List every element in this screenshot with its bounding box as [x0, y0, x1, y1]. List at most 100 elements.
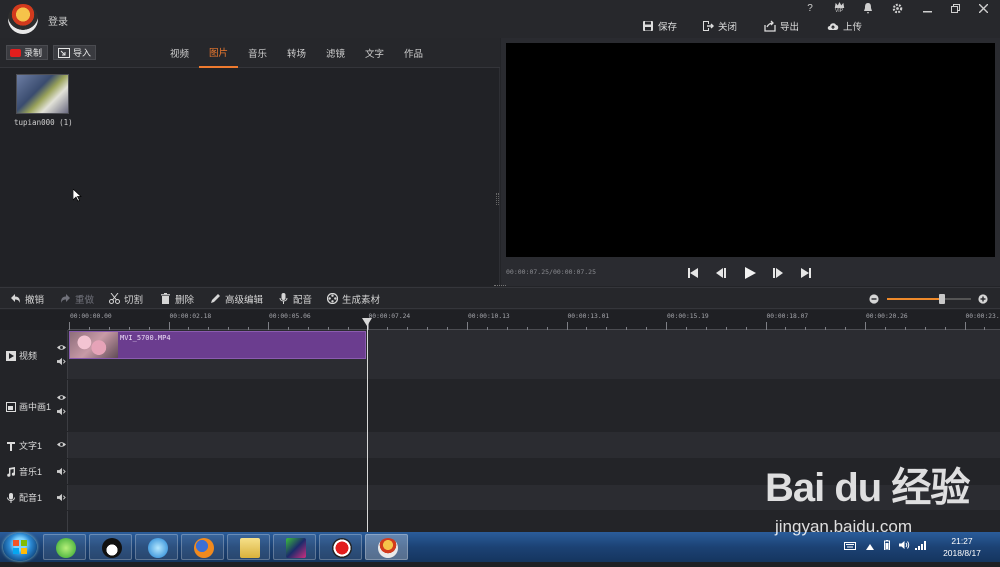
taskbar-app-360[interactable]	[43, 534, 86, 560]
play-icon[interactable]	[743, 266, 757, 280]
preview-timecode: 00:00:07.25/00:00:07.25	[506, 268, 597, 276]
panel-resize-handle[interactable]	[496, 193, 499, 205]
video-track-lane[interactable]: MVI_5700.MP4	[68, 330, 1000, 379]
playhead-line[interactable]	[367, 318, 368, 532]
clip-thumbnail	[70, 332, 118, 358]
next-frame-icon[interactable]	[771, 266, 785, 280]
upload-label: 上传	[843, 22, 863, 33]
record-label: 录制	[24, 48, 43, 58]
taskbar-app-media[interactable]	[273, 534, 316, 560]
zoom-slider-handle[interactable]	[938, 294, 945, 304]
tab-image[interactable]: 图片	[199, 38, 238, 68]
playhead-handle[interactable]	[362, 318, 372, 326]
film-reel-icon	[327, 293, 338, 304]
pip-track-lane[interactable]	[68, 380, 1000, 431]
pencil-icon	[211, 294, 220, 303]
previous-frame-icon[interactable]	[714, 266, 728, 280]
notification-button[interactable]	[862, 2, 874, 14]
taskbar-app-player[interactable]	[135, 534, 178, 560]
restore-button[interactable]	[948, 2, 962, 14]
battery-icon[interactable]	[882, 540, 892, 566]
video-clip[interactable]: MVI_5700.MP4	[69, 331, 366, 359]
undo-button[interactable]: 撤销	[10, 292, 45, 306]
login-link[interactable]: 登录	[48, 13, 68, 28]
speaker-icon[interactable]	[57, 493, 66, 502]
advanced-edit-button[interactable]: 高级编辑	[210, 292, 263, 306]
picture-in-picture-icon	[6, 401, 16, 412]
ruler-tick-label: 00:00:02.18	[169, 313, 212, 320]
microphone-icon	[7, 492, 15, 503]
eye-icon[interactable]	[57, 343, 66, 352]
generate-material-button[interactable]: 生成素材	[327, 292, 380, 306]
tab-transition[interactable]: 转场	[277, 38, 316, 68]
ruler-tick-label: 00:00:05.06	[269, 313, 311, 320]
system-clock[interactable]: 21:27 2018/8/17	[936, 535, 988, 561]
export-label: 导出	[780, 22, 800, 33]
taskbar-app-qq[interactable]	[89, 534, 132, 560]
record-app-icon	[332, 538, 352, 558]
settings-button[interactable]	[890, 2, 904, 14]
keyboard-icon[interactable]	[843, 541, 857, 567]
cloud-upload-icon	[827, 23, 839, 30]
tab-video[interactable]: 视频	[160, 38, 199, 68]
close-window-button[interactable]	[976, 2, 990, 14]
vertical-resize-handle[interactable]	[494, 285, 506, 287]
video-track-label: 视频	[19, 351, 38, 361]
scissors-icon	[109, 293, 120, 304]
restore-icon	[950, 3, 960, 13]
delete-button[interactable]: 删除	[160, 292, 194, 306]
windows-logo-icon	[13, 540, 27, 554]
close-project-button[interactable]: 关闭	[702, 18, 737, 34]
timeline-ruler[interactable]: 00:00:00.00 00:00:02.18 00:00:05.06 00:00:0…	[0, 310, 1000, 330]
export-icon	[764, 20, 776, 32]
ruler-tick	[566, 322, 568, 330]
zoom-out-icon[interactable]	[869, 294, 879, 304]
ruler-tick	[268, 322, 269, 330]
dub-button[interactable]: 配音	[278, 292, 312, 306]
video-track-name: 视频	[6, 349, 37, 362]
undo-label: 撤销	[25, 294, 45, 306]
cut-button[interactable]: 切割	[109, 292, 143, 306]
upload-button[interactable]: 上传	[827, 18, 862, 34]
media-library-panel: 录制 导入 视频 图片 音乐 转场 滤镜 文字 作品 tupian000 (1)	[0, 38, 500, 286]
eye-icon[interactable]	[57, 440, 66, 449]
bell-icon	[864, 2, 872, 14]
redo-button[interactable]: 重做	[60, 292, 94, 306]
minimize-icon	[922, 10, 932, 12]
import-button[interactable]: 导入	[53, 45, 96, 60]
image-thumbnail[interactable]	[16, 74, 69, 114]
ruler-tick-label: 00:00:10.13	[468, 313, 510, 320]
record-icon	[10, 48, 21, 57]
eye-icon[interactable]	[57, 393, 66, 402]
taskbar-app-editor[interactable]	[365, 534, 408, 560]
vip-button[interactable]: VIP	[830, 2, 848, 14]
save-button[interactable]: 保存	[642, 18, 677, 34]
tab-works[interactable]: 作品	[394, 38, 433, 68]
pip-track: 画中画1	[0, 380, 1000, 431]
speaker-icon[interactable]	[57, 467, 66, 476]
volume-icon[interactable]	[898, 540, 910, 566]
clip-label: MVI_5700.MP4	[120, 334, 171, 342]
skip-to-end-icon[interactable]	[799, 266, 813, 280]
zoom-in-icon[interactable]	[978, 294, 988, 304]
speaker-icon[interactable]	[57, 407, 66, 416]
skip-to-start-icon[interactable]	[686, 266, 700, 280]
taskbar-app-explorer[interactable]	[227, 534, 270, 560]
minimize-button[interactable]	[920, 2, 934, 14]
record-button[interactable]: 录制	[6, 45, 48, 60]
taskbar-app-firefox[interactable]	[181, 534, 224, 560]
speaker-icon[interactable]	[57, 357, 66, 366]
tab-text[interactable]: 文字	[355, 38, 394, 68]
help-button[interactable]: ?	[804, 2, 816, 14]
tray-expand-icon[interactable]	[865, 541, 875, 567]
app-logo-icon[interactable]	[8, 4, 38, 34]
music-note-icon	[7, 466, 16, 477]
editor-app-icon	[378, 538, 398, 558]
taskbar-app-recorder[interactable]	[319, 534, 362, 560]
tab-filter[interactable]: 滤镜	[316, 38, 355, 68]
network-signal-icon[interactable]	[914, 540, 928, 566]
tab-music[interactable]: 音乐	[238, 38, 277, 68]
music-track-label: 音乐1	[19, 467, 43, 477]
start-button[interactable]	[3, 533, 37, 561]
export-button[interactable]: 导出	[764, 18, 799, 34]
